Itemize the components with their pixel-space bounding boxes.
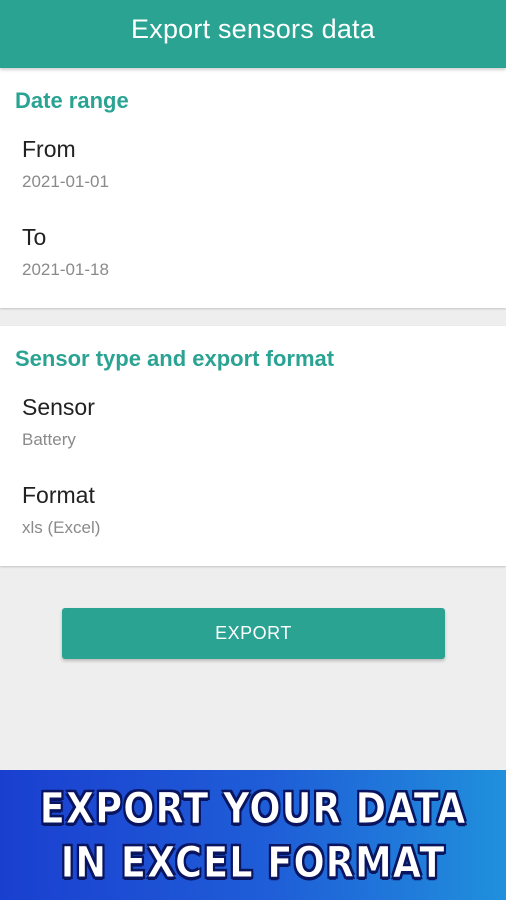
from-value: 2021-01-01 <box>22 172 109 191</box>
to-date-preference[interactable]: To 2021-01-18 <box>0 224 506 304</box>
from-label: From <box>22 136 76 162</box>
promo-banner: EXPORT YOUR DATA IN EXCEL FORMAT <box>0 770 506 900</box>
to-label: To <box>22 224 47 250</box>
promo-line-2: IN EXCEL FORMAT <box>60 838 446 889</box>
sensor-preference[interactable]: Sensor Battery <box>0 394 506 474</box>
format-preference[interactable]: Format xls (Excel) <box>0 482 506 562</box>
app-bar: Export sensors data <box>0 0 506 68</box>
export-button[interactable]: EXPORT <box>62 608 445 659</box>
to-value: 2021-01-18 <box>22 260 109 279</box>
sensor-section-title: Sensor type and export format <box>15 346 335 371</box>
format-label: Format <box>22 482 95 508</box>
date-range-section-title: Date range <box>15 88 129 113</box>
page-title: Export sensors data <box>131 14 375 44</box>
promo-line-1: EXPORT YOUR DATA <box>39 784 467 835</box>
sensor-value: Battery <box>22 430 76 449</box>
from-date-preference[interactable]: From 2021-01-01 <box>0 136 506 216</box>
sensor-label: Sensor <box>22 394 95 420</box>
format-value: xls (Excel) <box>22 518 101 537</box>
date-range-card: Date range From 2021-01-01 To 2021-01-18 <box>0 68 506 308</box>
sensor-format-card: Sensor type and export format Sensor Bat… <box>0 326 506 566</box>
